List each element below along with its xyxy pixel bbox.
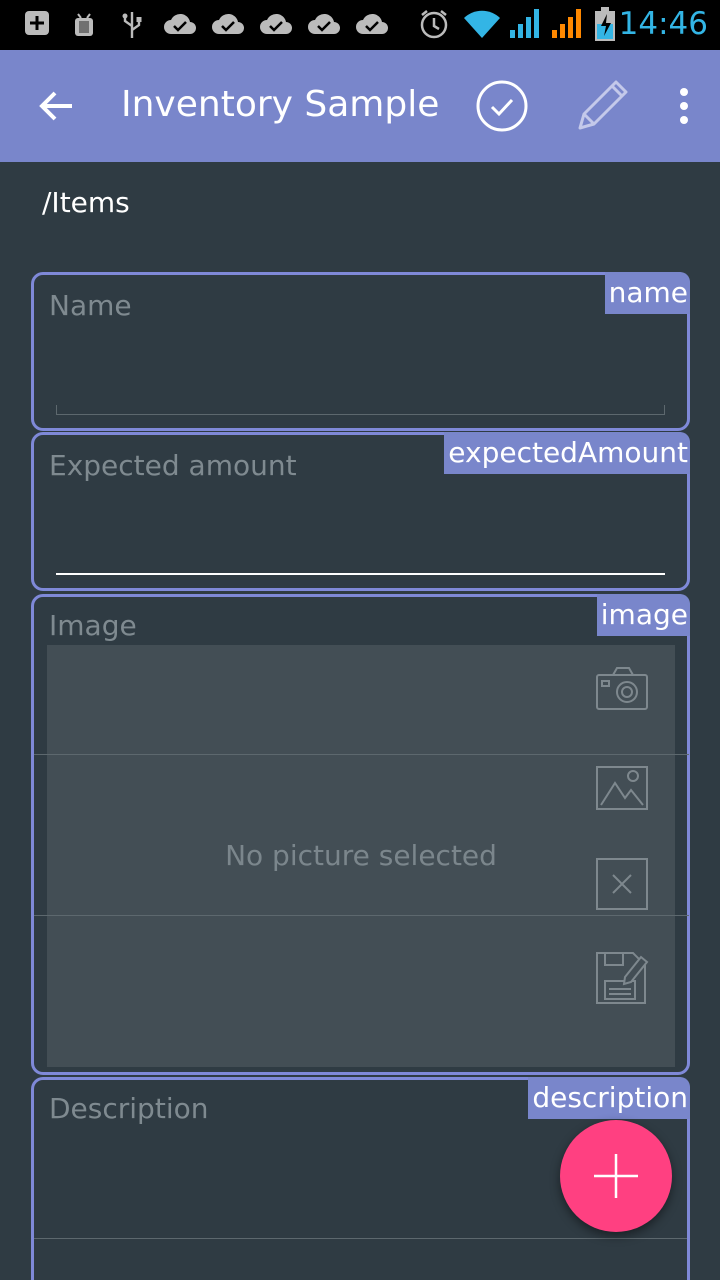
- save-edit-icon: [596, 952, 649, 1004]
- name-underline: [56, 405, 665, 415]
- pencil-icon: [578, 80, 628, 130]
- app-bar: Inventory Sample: [0, 50, 720, 162]
- expected-amount-label: Expected amount: [49, 449, 297, 482]
- expected-amount-underline: [56, 573, 665, 575]
- image-field: Image image No picture selected: [31, 594, 690, 1075]
- description-divider: [34, 1238, 687, 1239]
- battery-charging-icon: [595, 7, 615, 41]
- clear-image-button[interactable]: [595, 857, 649, 911]
- no-picture-text: No picture selected: [225, 839, 497, 872]
- image-tag: image: [596, 594, 690, 636]
- signal-icon: [552, 9, 581, 38]
- check-circle-icon: [476, 80, 528, 132]
- plus-icon: [594, 1154, 638, 1198]
- description-tag: description: [528, 1077, 690, 1119]
- breadcrumb: /Items: [42, 186, 130, 219]
- image-label: Image: [49, 609, 137, 642]
- arrow-back-icon: [39, 91, 72, 121]
- image-preview[interactable]: No picture selected: [34, 645, 689, 1067]
- add-fab-button[interactable]: [560, 1120, 672, 1232]
- status-bar: 14:46: [0, 0, 720, 50]
- expected-amount-field[interactable]: Expected amount expectedAmount: [31, 432, 690, 591]
- image-divider: [34, 915, 689, 916]
- cloud-done-icon: [356, 13, 388, 34]
- name-tag: name: [604, 272, 690, 314]
- save-image-button[interactable]: [595, 951, 649, 1005]
- pick-image-button[interactable]: [595, 765, 649, 819]
- name-label: Name: [49, 289, 132, 322]
- take-photo-button[interactable]: [595, 665, 649, 719]
- cloud-done-icon: [308, 13, 340, 34]
- status-time: 14:46: [618, 6, 708, 42]
- gallery-icon: [596, 766, 648, 810]
- expected-amount-tag: expectedAmount: [444, 432, 690, 474]
- cloud-done-icon: [212, 13, 244, 34]
- page-title: Inventory Sample: [121, 84, 440, 125]
- signal-icon: [510, 9, 539, 38]
- android-debug-icon: [75, 13, 93, 36]
- save-button[interactable]: [474, 78, 530, 134]
- wifi-icon: [464, 10, 500, 38]
- cloud-done-icon: [260, 13, 292, 34]
- alarm-icon: [420, 10, 448, 39]
- edit-button[interactable]: [570, 76, 630, 136]
- image-divider: [34, 754, 689, 755]
- more-vert-icon: [680, 88, 688, 124]
- usb-icon: [122, 12, 142, 38]
- description-label: Description: [49, 1092, 209, 1125]
- back-button[interactable]: [28, 78, 84, 134]
- add-box-icon: [25, 11, 49, 35]
- clear-icon: [596, 858, 648, 910]
- more-options-button[interactable]: [664, 80, 704, 132]
- cloud-done-icon: [164, 13, 196, 34]
- name-field[interactable]: Name name: [31, 272, 690, 431]
- camera-icon: [596, 667, 648, 710]
